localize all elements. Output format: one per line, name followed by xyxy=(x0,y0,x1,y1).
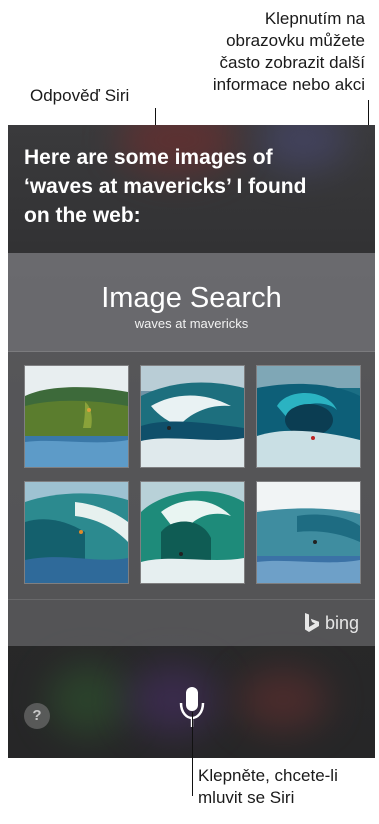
callout-line: obrazovku můžete xyxy=(226,31,365,50)
wave-image-6[interactable] xyxy=(256,481,361,584)
card-title: Image Search xyxy=(101,282,282,314)
callout-line: Klepněte, chcete-li xyxy=(198,766,338,785)
callout-line: často zobrazit další xyxy=(219,53,365,72)
wave-image-4[interactable] xyxy=(24,481,129,584)
help-button[interactable]: ? xyxy=(24,703,50,729)
callout-line: Klepnutím na xyxy=(264,9,365,28)
siri-response-line: Here are some images of xyxy=(24,146,273,169)
wave-image-5[interactable] xyxy=(140,481,245,584)
card-footer: bing xyxy=(8,599,375,647)
wave-image-3[interactable] xyxy=(256,365,361,468)
siri-response-line: ‘waves at mavericks’ I found xyxy=(24,175,307,198)
wave-image-2[interactable] xyxy=(140,365,245,468)
callout-line: mluvit se Siri xyxy=(198,788,295,807)
bing-logo-icon xyxy=(304,613,319,632)
callout-line: informace nebo akci xyxy=(212,75,365,94)
image-search-card[interactable]: Image Search waves at mavericks bing xyxy=(8,253,375,646)
background-blur xyxy=(238,670,328,730)
callout-siri-response: Odpověď Siri xyxy=(30,86,130,105)
callout-tap-to-speak: Klepněte, chcete-li mluvit se Siri xyxy=(198,765,338,809)
bing-attribution[interactable]: bing xyxy=(303,612,359,634)
bing-label: bing xyxy=(324,612,359,633)
siri-screen[interactable]: Here are some images of ‘waves at maveri… xyxy=(8,125,375,758)
leader-line-speak xyxy=(192,712,193,796)
card-subtitle: waves at mavericks xyxy=(134,316,249,331)
wave-image-1[interactable] xyxy=(24,365,129,468)
background-blur xyxy=(48,665,128,735)
card-header: Image Search waves at mavericks xyxy=(8,253,375,352)
siri-response-text: Here are some images of ‘waves at maveri… xyxy=(24,143,364,230)
annotated-screenshot: Klepnutím na obrazovku můžete často zobr… xyxy=(0,0,379,824)
siri-response-line: on the web: xyxy=(24,204,141,227)
callout-tap-for-more: Klepnutím na obrazovku můžete často zobr… xyxy=(213,8,365,96)
